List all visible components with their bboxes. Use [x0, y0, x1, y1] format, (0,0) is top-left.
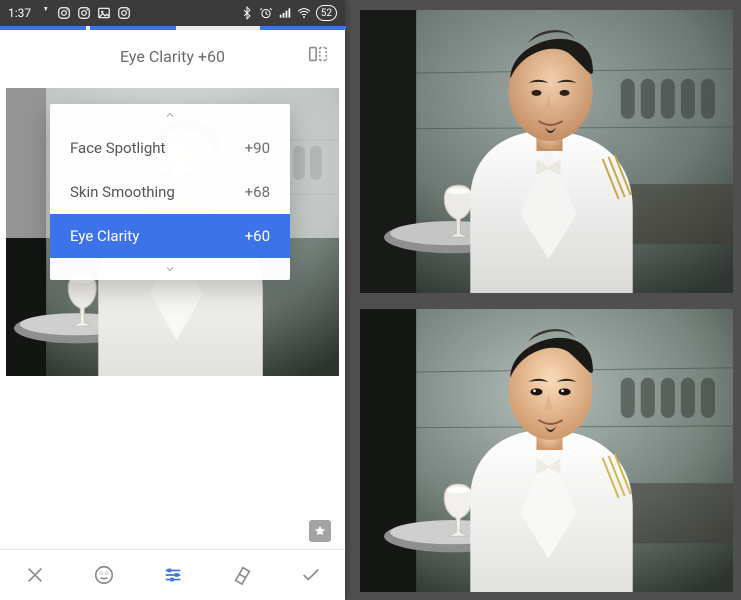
face-button[interactable] [69, 550, 138, 600]
wifi-icon [297, 6, 311, 20]
adjustment-row-eye-clarity[interactable]: Eye Clarity +60 [50, 214, 290, 258]
adjustment-label: Face Spotlight [70, 139, 165, 157]
adjustment-label: Skin Smoothing [70, 183, 175, 201]
instagram-icon [117, 6, 131, 20]
status-time: 1:37 [8, 6, 31, 20]
status-bar: 1:37 52 [0, 0, 345, 26]
apply-button[interactable] [276, 550, 345, 600]
app-window: 1:37 52 Eye Clarity +60 [0, 0, 345, 600]
tool-caption: Eye Clarity +60 [120, 47, 225, 66]
pinwheel-icon [37, 6, 51, 20]
cancel-button[interactable] [0, 550, 69, 600]
tool-header: Eye Clarity +60 [0, 30, 345, 82]
favorite-button[interactable] [309, 520, 331, 542]
battery-level: 52 [321, 8, 332, 19]
preview-original [360, 10, 733, 293]
canvas-spacer [0, 382, 345, 550]
adjustment-value: +68 [245, 183, 270, 201]
image-icon [97, 6, 111, 20]
bluetooth-icon [240, 6, 254, 20]
adjust-button[interactable] [138, 550, 207, 600]
edit-canvas[interactable]: Face Spotlight +90 Skin Smoothing +68 Ey… [0, 82, 345, 382]
styles-button[interactable] [207, 550, 276, 600]
adjustment-label: Eye Clarity [70, 227, 139, 245]
chevron-down-icon[interactable] [50, 258, 290, 280]
instagram-icon [57, 6, 71, 20]
compare-icon[interactable] [307, 43, 329, 69]
bottom-toolbar [0, 549, 345, 600]
instagram-icon [77, 6, 91, 20]
adjustment-row-face-spotlight[interactable]: Face Spotlight +90 [50, 126, 290, 170]
preview-pane [360, 10, 733, 592]
adjustment-panel[interactable]: Face Spotlight +90 Skin Smoothing +68 Ey… [50, 104, 290, 280]
signal-icon [278, 6, 292, 20]
adjustment-row-skin-smoothing[interactable]: Skin Smoothing +68 [50, 170, 290, 214]
adjustment-value: +60 [245, 227, 270, 245]
adjustment-value: +90 [245, 139, 270, 157]
alarm-icon [259, 6, 273, 20]
chevron-up-icon[interactable] [50, 104, 290, 126]
battery-indicator: 52 [316, 5, 337, 21]
preview-edited [360, 309, 733, 592]
